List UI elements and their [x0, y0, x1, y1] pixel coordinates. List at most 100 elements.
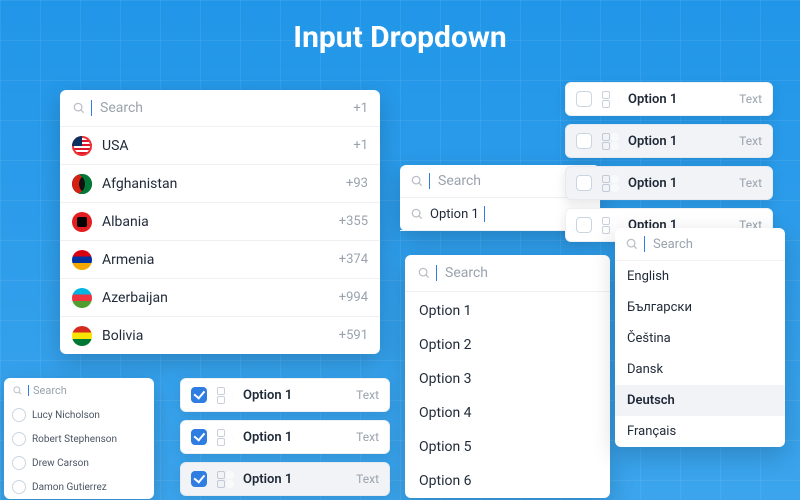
search-icon	[410, 207, 424, 221]
country-name: Armenia	[102, 252, 154, 268]
dial-code: +374	[339, 252, 368, 267]
grid-icon	[602, 133, 618, 149]
option-item[interactable]: Option 4	[405, 396, 610, 430]
checkbox-option[interactable]: Option 1 Text	[565, 166, 773, 200]
avatar-icon	[12, 456, 26, 470]
search-placeholder: Search	[100, 100, 143, 116]
search-placeholder: Search	[445, 265, 488, 281]
trailing-text: Text	[739, 92, 762, 106]
dial-code: +355	[339, 214, 368, 229]
flag-icon	[72, 212, 92, 232]
trailing-text: Text	[739, 176, 762, 190]
text-caret	[91, 100, 92, 116]
person-name: Drew Carson	[32, 458, 89, 469]
search-row[interactable]: Search	[615, 228, 785, 260]
country-row[interactable]: Bolivia +591	[60, 316, 380, 354]
generic-dropdown: Search Option 1 Option 2 Option 3 Option…	[405, 255, 610, 498]
lang-item[interactable]: Dansk	[615, 354, 785, 385]
checkbox-icon[interactable]	[191, 387, 207, 403]
trailing-text: Text	[356, 430, 379, 444]
search-placeholder: Search	[33, 384, 67, 397]
country-name: Bolivia	[102, 328, 143, 344]
option-item[interactable]: Option 2	[405, 328, 610, 362]
country-row[interactable]: Armenia +374	[60, 240, 380, 278]
option-item[interactable]: Option 6	[405, 464, 610, 498]
person-row[interactable]: Robert Stephenson	[4, 427, 154, 451]
checkbox-option[interactable]: Option 1 Text	[180, 420, 390, 454]
person-name: Damon Gutierrez	[32, 482, 107, 493]
flag-icon	[72, 326, 92, 346]
option-label: Option 1	[628, 134, 677, 149]
search-row[interactable]: Search +1	[60, 90, 380, 126]
checkbox-option[interactable]: Option 1 Text	[180, 462, 390, 496]
text-caret	[429, 173, 430, 189]
country-row[interactable]: Azerbaijan+994	[60, 278, 380, 316]
search-icon	[12, 385, 23, 396]
option-label: Option 1	[243, 472, 292, 487]
country-name: Albania	[102, 214, 149, 230]
text-caret	[436, 265, 437, 281]
person-row[interactable]: Damon Gutierrez	[4, 475, 154, 499]
flag-icon	[72, 288, 92, 308]
language-dropdown: Search English Български Čeština Dansk D…	[615, 228, 785, 447]
country-name: Afghanistan	[102, 176, 177, 192]
country-name: USA	[102, 138, 129, 154]
person-row[interactable]: Drew Carson	[4, 451, 154, 475]
checkbox-option[interactable]: Option 1 Text	[565, 124, 773, 158]
search-placeholder: Search	[653, 237, 693, 252]
text-caret	[644, 236, 645, 252]
people-dropdown: Search Lucy Nicholson Robert Stephenson …	[4, 378, 154, 499]
lang-item[interactable]: Čeština	[615, 323, 785, 354]
option-item[interactable]: Option 5	[405, 430, 610, 464]
checkbox-icon[interactable]	[576, 175, 592, 191]
search-icon	[410, 174, 424, 188]
avatar-icon	[12, 408, 26, 422]
checkbox-option[interactable]: Option 1 Text	[180, 378, 390, 412]
option-label: Option 1	[243, 430, 292, 445]
checkbox-icon[interactable]	[576, 133, 592, 149]
page-title: Input Dropdown	[0, 20, 800, 55]
dial-code-preview: +1	[353, 101, 368, 116]
country-row[interactable]: Albania +355	[60, 202, 380, 240]
option-item[interactable]: Option 3	[405, 362, 610, 396]
flag-icon	[72, 136, 92, 156]
grid-icon	[217, 471, 233, 487]
trailing-text: Text	[356, 388, 379, 402]
country-dropdown: Search +1 USA+1 Afghanistan+93 Albania+3…	[60, 90, 380, 354]
checkbox-icon[interactable]	[576, 91, 592, 107]
search-row[interactable]: Search	[405, 255, 610, 291]
avatar-icon	[12, 480, 26, 494]
search-value: Option 1	[430, 207, 479, 222]
flag-icon	[72, 250, 92, 270]
option-label: Option 1	[628, 176, 677, 191]
country-row[interactable]: USA+1	[60, 126, 380, 164]
option-label: Option 1	[628, 92, 677, 107]
person-name: Lucy Nicholson	[32, 410, 100, 421]
grid-icon	[217, 387, 233, 403]
lang-item[interactable]: Français	[615, 416, 785, 447]
search-icon	[417, 266, 431, 280]
trailing-text: Text	[739, 134, 762, 148]
lang-item[interactable]: Български	[615, 292, 785, 323]
dial-code: +591	[339, 328, 368, 343]
dial-code: +93	[346, 176, 368, 191]
checkbox-option[interactable]: Option 1 Text	[565, 82, 773, 116]
search-row[interactable]: Search	[4, 378, 154, 403]
checkbox-icon[interactable]	[191, 429, 207, 445]
grid-icon	[217, 429, 233, 445]
option-label: Option 1	[243, 388, 292, 403]
avatar-icon	[12, 432, 26, 446]
checkbox-icon[interactable]	[191, 471, 207, 487]
person-row[interactable]: Lucy Nicholson	[4, 403, 154, 427]
dial-code: +994	[339, 290, 368, 305]
person-name: Robert Stephenson	[32, 434, 117, 445]
country-row[interactable]: Afghanistan +93	[60, 164, 380, 202]
lang-item[interactable]: Deutsch	[615, 385, 785, 416]
trailing-text: Text	[356, 472, 379, 486]
search-icon	[72, 101, 86, 115]
option-item[interactable]: Option 1	[405, 294, 610, 328]
checkbox-icon[interactable]	[576, 217, 592, 233]
lang-item[interactable]: English	[615, 261, 785, 292]
grid-icon	[602, 91, 618, 107]
checkbox-option-stack: Option 1 Text Option 1 Text Option 1 Text	[180, 378, 390, 496]
